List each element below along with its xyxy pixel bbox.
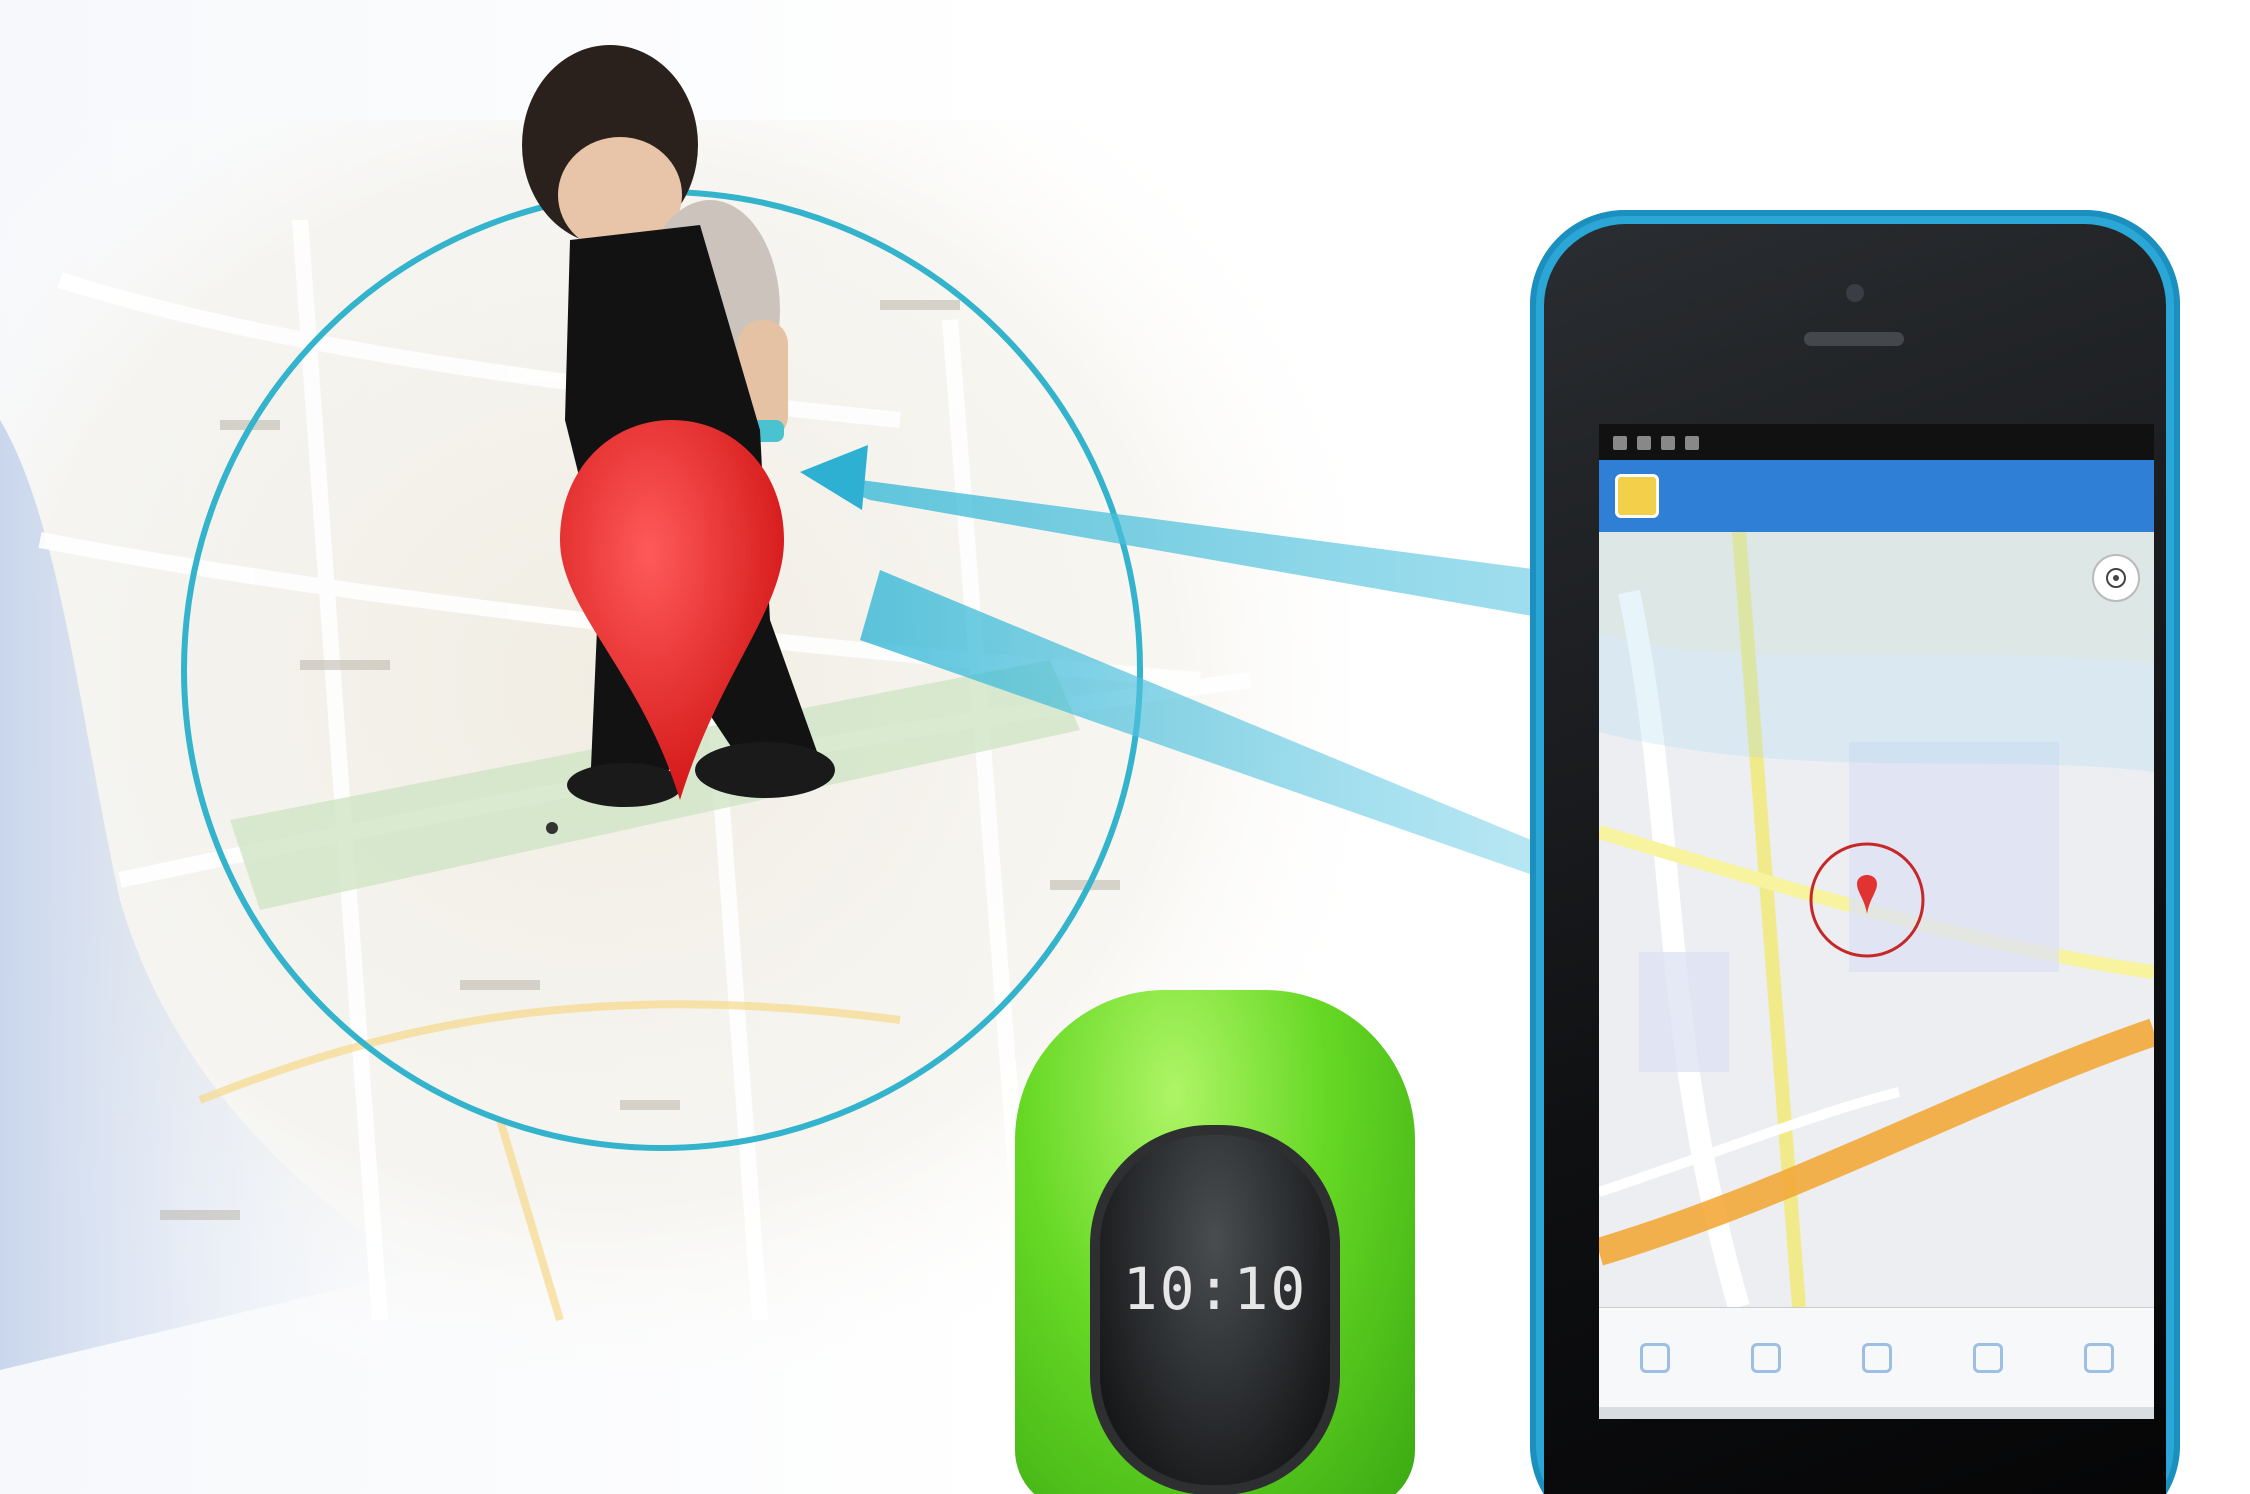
status-icons-left bbox=[1613, 432, 1709, 453]
speaker-grille bbox=[1804, 332, 1904, 346]
tracking-map[interactable] bbox=[1599, 532, 2154, 1307]
nav-settings-icon[interactable] bbox=[2083, 1343, 2114, 1373]
map-footer-strip bbox=[1599, 1407, 2154, 1419]
nav-messages-icon[interactable] bbox=[1861, 1343, 1892, 1373]
smartphone bbox=[1530, 210, 2180, 1494]
camera-icon bbox=[1846, 284, 1864, 302]
bottom-navigation bbox=[1599, 1307, 2154, 1408]
gps-tracker-scene: 10:10 bbox=[0, 0, 2250, 1494]
status-bar bbox=[1599, 424, 2154, 460]
watch-time: 10:10 bbox=[1122, 1255, 1308, 1323]
app-header bbox=[1599, 460, 2154, 532]
watch-screen: 10:10 bbox=[1090, 1125, 1340, 1494]
tracking-map-graphic bbox=[1599, 532, 2154, 1307]
nav-contacts-icon[interactable] bbox=[1750, 1343, 1781, 1373]
nav-search-icon[interactable] bbox=[1972, 1343, 2003, 1373]
locate-icon[interactable] bbox=[2092, 554, 2140, 602]
nav-home-icon[interactable] bbox=[1639, 1343, 1670, 1373]
app-logo-icon bbox=[1615, 474, 1659, 518]
kids-gps-watch: 10:10 bbox=[1015, 990, 1415, 1494]
phone-screen bbox=[1599, 424, 2154, 1419]
phone-bezel bbox=[1544, 224, 2166, 1494]
